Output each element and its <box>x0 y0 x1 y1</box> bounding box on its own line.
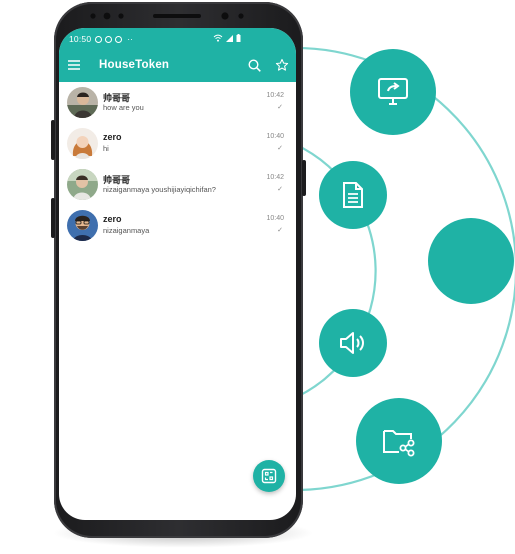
folder-share-icon <box>383 430 415 457</box>
star-icon[interactable] <box>275 58 289 72</box>
avatar <box>67 87 98 118</box>
menu-icon[interactable] <box>68 59 80 71</box>
bixby-button <box>51 198 55 238</box>
avatar <box>67 210 98 241</box>
battery-icon <box>236 34 241 42</box>
chat-list-item[interactable]: 帅哥哥 how are you 10:42 ✓ <box>59 82 296 123</box>
chat-list-item[interactable]: zero nizaiganmaya 10:40 ✓ <box>59 205 296 246</box>
phone-screen: 10:50 ·· HouseToken 帅哥哥 how are you 10:4… <box>59 28 296 520</box>
screen-share-feature[interactable] <box>350 49 436 135</box>
scan-icon <box>261 468 277 484</box>
document-feature[interactable] <box>319 161 387 229</box>
wifi-icon <box>213 34 223 42</box>
phone-sensors <box>90 12 244 20</box>
search-icon[interactable] <box>248 59 261 72</box>
chat-list-item[interactable]: 帅哥哥 nizaiganmaya youshijiayiqichifan? 10… <box>59 164 296 205</box>
read-check-icon: ✓ <box>277 145 283 152</box>
scan-button[interactable] <box>253 460 285 492</box>
read-check-icon: ✓ <box>277 104 283 111</box>
chat-preview: how are you <box>103 103 144 112</box>
notification-icon <box>115 35 123 43</box>
document-icon <box>343 182 363 208</box>
read-check-icon: ✓ <box>277 186 283 193</box>
blank-feature-circle[interactable] <box>428 218 514 304</box>
status-notification-icons <box>95 35 123 43</box>
chat-time: 10:42 <box>266 174 284 181</box>
status-time: 10:50 <box>69 34 92 44</box>
chat-preview: hi <box>103 144 109 153</box>
voice-feature[interactable] <box>319 309 387 377</box>
chat-list: 帅哥哥 how are you 10:42 ✓ zero hi 10:40 ✓ <box>59 82 296 246</box>
notification-icon <box>95 35 103 43</box>
app-title: HouseToken <box>99 59 170 71</box>
volume-button <box>51 120 55 160</box>
avatar <box>67 169 98 200</box>
screen-share-icon <box>378 78 408 105</box>
signal-icon <box>226 35 233 42</box>
chat-time: 10:42 <box>266 92 284 99</box>
speaker-icon <box>340 332 364 354</box>
file-share-feature[interactable] <box>356 398 442 484</box>
power-button <box>302 160 306 196</box>
chat-name: zero <box>103 214 122 224</box>
chat-time: 10:40 <box>266 133 284 140</box>
chat-preview: nizaiganmaya <box>103 226 150 235</box>
avatar <box>67 128 98 159</box>
chat-name: zero <box>103 132 122 142</box>
chat-time: 10:40 <box>266 215 284 222</box>
notification-icon <box>105 35 113 43</box>
status-system-icons <box>213 34 241 42</box>
read-check-icon: ✓ <box>277 227 283 234</box>
status-extra: ·· <box>127 34 133 44</box>
app-bar: HouseToken <box>59 50 296 82</box>
chat-list-item[interactable]: zero hi 10:40 ✓ <box>59 123 296 164</box>
chat-preview: nizaiganmaya youshijiayiqichifan? <box>103 185 216 194</box>
status-bar: 10:50 ·· <box>59 28 296 50</box>
